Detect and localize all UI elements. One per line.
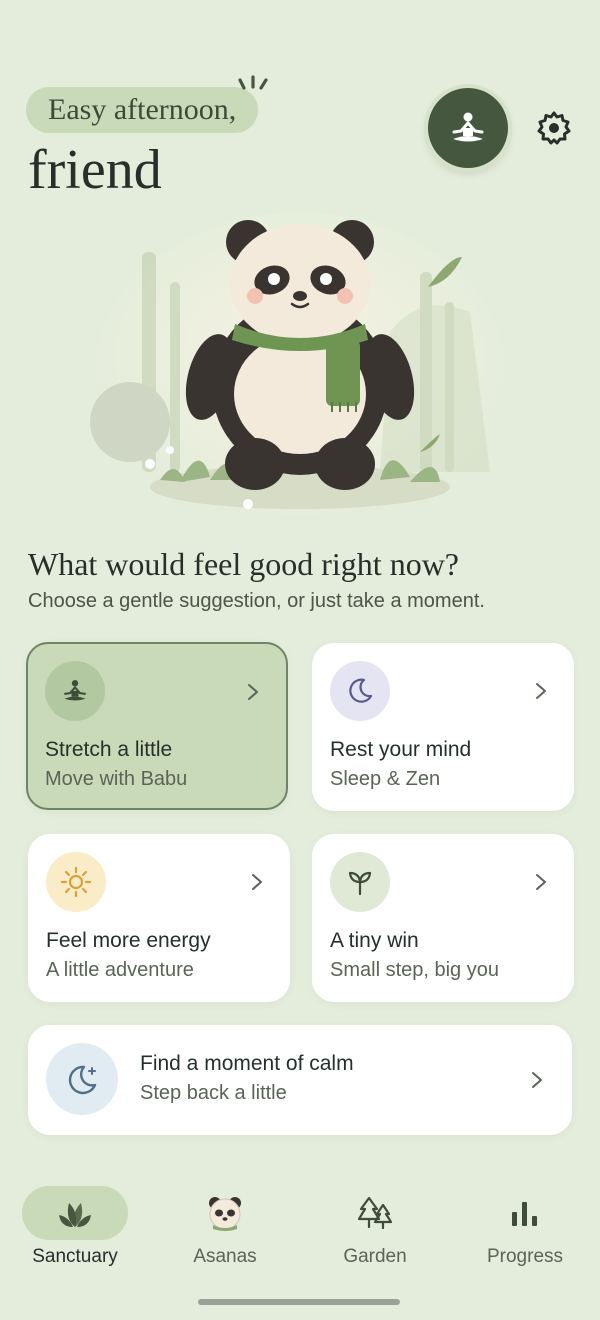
calm-card-subtitle: Step back a little <box>140 1082 287 1104</box>
prompt-title: What would feel good right now? <box>28 546 459 582</box>
nav-sanctuary[interactable]: Sanctuary <box>0 1184 150 1284</box>
chevron-right-icon <box>252 874 262 890</box>
sun-icon <box>46 852 106 912</box>
card-title: Feel more energy <box>46 929 211 952</box>
moon-stars-icon <box>46 1043 118 1115</box>
chevron-right-icon <box>536 874 546 890</box>
nav-asanas[interactable]: Asanas <box>150 1184 300 1284</box>
bar-chart-icon <box>512 1202 537 1226</box>
nav-label: Asanas <box>193 1246 257 1267</box>
chevron-right-icon <box>536 683 546 699</box>
user-name: friend <box>28 139 162 201</box>
card-subtitle: Move with Babu <box>45 768 188 790</box>
nav-progress[interactable]: Progress <box>450 1184 600 1284</box>
calm-card-title: Find a moment of calm <box>140 1052 354 1075</box>
card-subtitle: Sleep & Zen <box>330 768 441 790</box>
card-subtitle: Small step, big you <box>330 959 499 981</box>
gear-icon <box>537 111 571 145</box>
settings-button[interactable] <box>532 106 576 150</box>
header: Easy afternoon, friend <box>0 0 600 210</box>
card-title: Stretch a little <box>45 738 173 761</box>
nav-label: Progress <box>486 1246 564 1267</box>
meditation-icon <box>452 112 484 142</box>
nav-label: Garden <box>343 1246 407 1267</box>
moon-icon <box>330 661 390 721</box>
card-subtitle: A little adventure <box>46 959 194 981</box>
leaves-icon <box>59 1203 91 1227</box>
card-title: A tiny win <box>330 929 419 952</box>
suggestion-card-energy[interactable]: Feel more energy A little adventure <box>28 834 290 1002</box>
home-indicator[interactable] <box>198 1299 400 1305</box>
calm-card[interactable]: Find a moment of calm Step back a little <box>28 1025 572 1135</box>
sprout-icon <box>330 852 390 912</box>
card-title: Rest your mind <box>330 738 472 761</box>
nav-garden[interactable]: Garden <box>300 1184 450 1284</box>
chevron-right-icon <box>248 684 258 700</box>
panda-icon <box>209 1197 241 1231</box>
meditate-button[interactable] <box>428 88 508 168</box>
chevron-right-icon <box>532 1072 542 1088</box>
nav-label: Sanctuary <box>32 1246 118 1267</box>
bottom-navigation: Sanctuary Asanas Garden Progress <box>0 1168 600 1288</box>
suggestion-card-stretch[interactable]: Stretch a little Move with Babu <box>26 642 288 810</box>
suggestion-card-rest[interactable]: Rest your mind Sleep & Zen <box>312 643 574 811</box>
prompt-subtitle: Choose a gentle suggestion, or just take… <box>28 590 485 612</box>
trees-icon <box>357 1196 393 1230</box>
suggestion-card-tiny-win[interactable]: A tiny win Small step, big you <box>312 834 574 1002</box>
greeting-text: Easy afternoon, <box>26 87 259 133</box>
panda-illustration <box>90 212 505 530</box>
sparkle-icon <box>238 75 268 90</box>
meditation-icon <box>45 661 105 721</box>
